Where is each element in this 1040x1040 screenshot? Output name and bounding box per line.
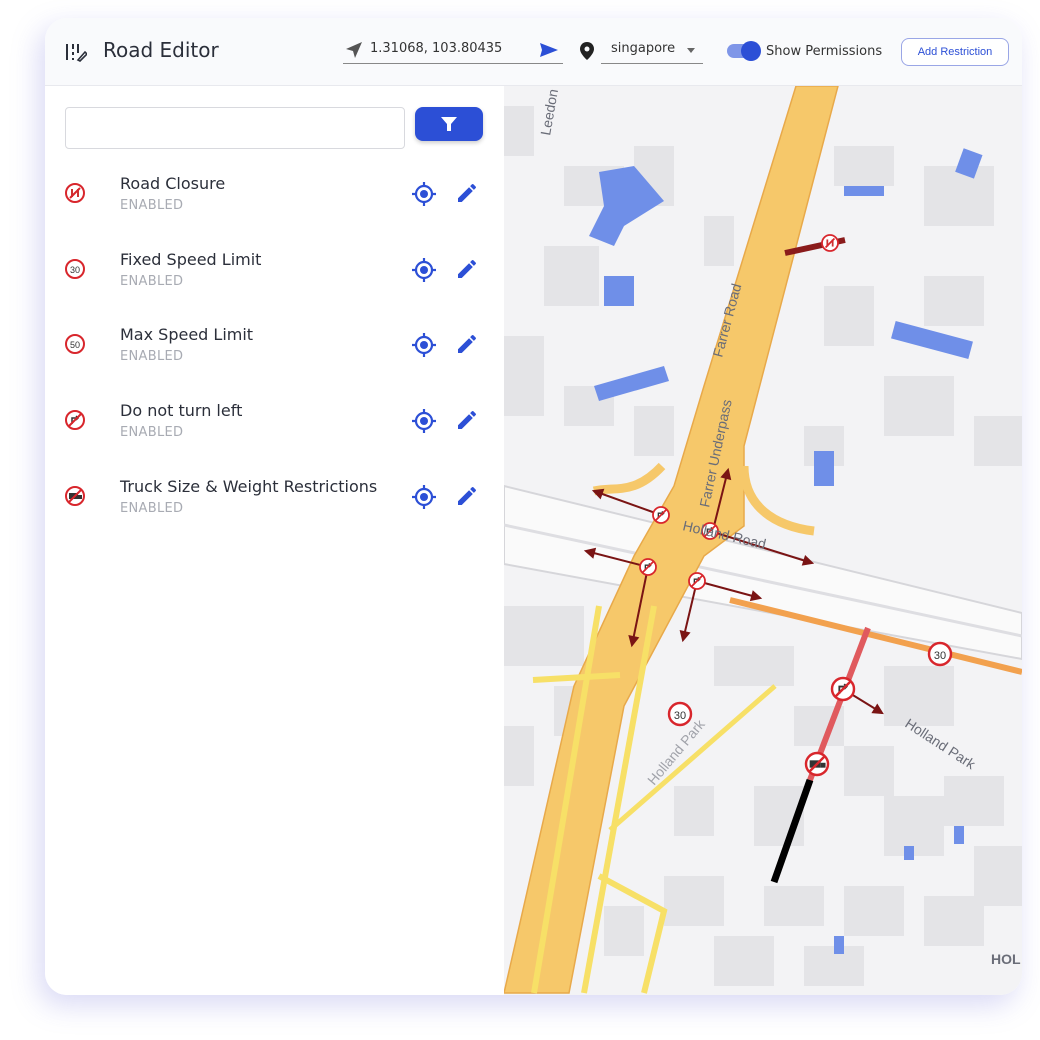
arrow-head	[591, 488, 605, 500]
app-title: Road Editor	[103, 38, 219, 62]
map-label-hol: HOL	[991, 951, 1021, 967]
toggle-knob	[741, 41, 761, 61]
arrow-head	[871, 703, 884, 715]
locate-icon[interactable]	[411, 408, 437, 434]
sidebar: Road Closure ENABLED 30 Fixed Speed Limit EN…	[45, 86, 504, 995]
locate-icon[interactable]	[411, 484, 437, 510]
no-left-turn-sign-icon	[64, 409, 86, 431]
edit-pencil-icon[interactable]	[455, 332, 479, 356]
edit-pencil-icon[interactable]	[455, 484, 479, 508]
filter-icon	[441, 117, 457, 131]
add-restriction-button[interactable]: Add Restriction	[901, 38, 1009, 66]
edit-pencil-icon[interactable]	[455, 181, 479, 205]
road-editor-logo-icon	[66, 44, 87, 62]
map-speed-30-sign-icon[interactable]: 30	[927, 641, 953, 667]
map-no-left-turn-sign-icon[interactable]	[688, 572, 706, 590]
restriction-item[interactable]: Road Closure ENABLED	[45, 174, 504, 234]
restriction-status: ENABLED	[120, 349, 184, 365]
restriction-status: ENABLED	[120, 500, 184, 516]
map-canvas[interactable]: 3030 Leedon Farrer Road Farrer Underpass…	[503, 85, 1022, 995]
locate-icon[interactable]	[411, 257, 437, 283]
edit-pencil-icon[interactable]	[455, 257, 479, 281]
search-input[interactable]	[65, 107, 405, 149]
chevron-down-icon	[687, 48, 695, 53]
show-permissions-label: Show Permissions	[766, 44, 883, 59]
map-no-left-turn-sign-icon[interactable]	[830, 676, 856, 702]
edit-pencil-icon[interactable]	[455, 408, 479, 432]
arrow-head	[679, 629, 691, 643]
show-permissions-toggle[interactable]	[727, 41, 761, 61]
speed-30-sign-icon: 30	[64, 258, 86, 280]
restriction-name: Max Speed Limit	[120, 325, 254, 345]
map-no-truck-sign-icon[interactable]	[804, 751, 830, 777]
map-label-leedon: Leedon	[537, 88, 561, 137]
restriction-name: Truck Size & Weight Restrictions	[120, 476, 378, 496]
restriction-name: Do not turn left	[120, 401, 243, 421]
restriction-item[interactable]: Do not turn left ENABLED	[45, 401, 504, 461]
city-value: singapore	[611, 41, 676, 56]
locate-icon[interactable]	[411, 181, 437, 207]
coordinates-input[interactable]: 1.31068, 103.80435	[343, 38, 563, 64]
locate-icon[interactable]	[411, 332, 437, 358]
location-pin-icon	[580, 42, 594, 60]
restriction-status: ENABLED	[120, 198, 184, 213]
map-road-closure-sign-icon[interactable]	[821, 234, 839, 252]
road-editor-window: Road Editor 1.31068, 103.80435 singapore…	[45, 18, 1022, 995]
restriction-item[interactable]: 30 Fixed Speed Limit ENABLED	[45, 250, 504, 310]
map[interactable]: 30 30 Leedon Farrer Road Farrer Underpass…	[503, 85, 1022, 995]
sign-text: 30	[674, 710, 686, 722]
arrow-head	[801, 554, 815, 566]
no-truck-sign-icon	[64, 485, 86, 507]
city-select[interactable]: singapore	[601, 38, 703, 64]
map-no-left-turn-sign-icon[interactable]	[652, 506, 670, 524]
restriction-name: Road Closure	[120, 174, 226, 193]
sign-text: 30	[934, 650, 946, 662]
restriction-status: ENABLED	[120, 425, 184, 441]
map-no-left-turn-sign-icon[interactable]	[639, 558, 657, 576]
restriction-name: Fixed Speed Limit	[120, 249, 262, 269]
map-speed-30-sign-icon[interactable]: 30	[667, 701, 693, 727]
restriction-status: ENABLED	[120, 273, 184, 289]
send-icon[interactable]	[539, 41, 559, 59]
coordinates-value: 1.31068, 103.80435	[370, 41, 503, 56]
restriction-item[interactable]: Truck Size & Weight Restrictions ENABLED	[45, 477, 504, 537]
filter-button[interactable]	[415, 107, 483, 141]
road-closure-sign-icon	[64, 182, 86, 204]
sign-text: 30	[70, 265, 80, 275]
speed-50-sign-icon: 50	[64, 333, 86, 355]
sign-text: 50	[70, 340, 80, 350]
header: Road Editor 1.31068, 103.80435 singapore…	[45, 18, 1022, 86]
navigation-arrow-icon	[346, 42, 362, 58]
restriction-item[interactable]: 50 Max Speed Limit ENABLED	[45, 325, 504, 385]
